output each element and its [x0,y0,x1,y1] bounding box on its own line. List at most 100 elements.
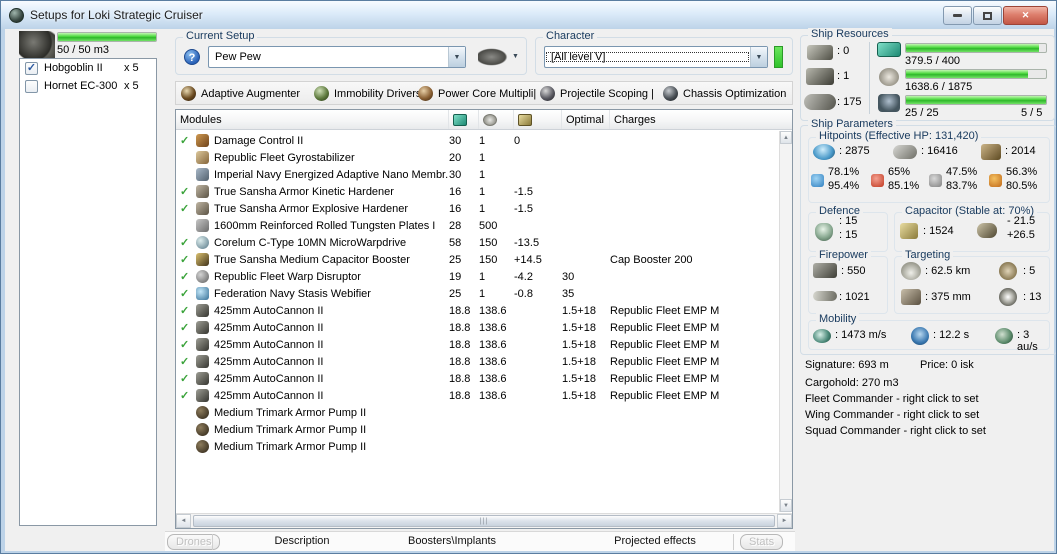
module-row[interactable]: ✓ 425mm AutoCannon II 18.8 138.6 1.5+18 Repub… [176,353,779,370]
column-optimal[interactable]: Optimal [562,110,610,129]
calibration-value: : 175 [837,96,862,108]
tab-description[interactable]: Description [274,535,329,547]
setup-select[interactable]: Pew Pew ▼ [208,46,466,68]
module-charges: Republic Fleet EMP M [610,338,720,351]
scroll-up-icon[interactable]: ▲ [780,131,792,144]
module-row[interactable]: Republic Fleet Gyrostabilizer 20 1 [176,149,779,166]
column-capacitor[interactable] [514,110,562,129]
close-icon: ✕ [1021,10,1030,20]
close-button[interactable]: ✕ [1003,6,1048,25]
app-icon [9,7,24,23]
subsystem-tab[interactable]: Projectile Scoping | [540,85,654,102]
cpu-icon [877,42,901,57]
tab-separator [212,534,213,550]
module-row[interactable]: ✓ Corelum C-Type 10MN MicroWarpdrive 58 150… [176,234,779,251]
module-row[interactable]: ✓ True Sansha Armor Kinetic Hardener 16 1 -1… [176,183,779,200]
wing-commander-setter[interactable]: Wing Commander - right click to set [805,409,979,421]
scroll-left-icon[interactable]: ◄ [176,514,191,528]
capacitor-icon [518,113,532,126]
drone-list-item[interactable]: Hornet EC-300 x 5 [20,77,156,95]
module-active-check: ✓ [180,339,190,351]
autocannon-icon [196,321,209,334]
subsystem-label: Adaptive Augmenter [201,87,301,100]
drone-checkbox[interactable] [25,79,38,93]
module-row[interactable]: Imperial Navy Energized Adaptive Nano Me… [176,166,779,183]
subsystem-tab[interactable]: Immobility Drivers [314,85,421,102]
character-select[interactable]: [All level V] ▼ [544,46,768,68]
subsystem-label: Power Core Multipli| [438,87,537,100]
subsystem-tab[interactable]: Power Core Multipli| [418,85,536,102]
help-icon[interactable]: ? [184,49,200,65]
resists-row: 78.1% 95.4% 65% 85.1% 47.5% 83.7% 56.3% 80.5% [811,166,1049,198]
module-active-check: ✓ [180,288,190,300]
subsystem-tab[interactable]: Chassis Optimization [663,85,786,102]
module-row[interactable]: ✓ True Sansha Medium Capacitor Booster 25 1… [176,251,779,268]
capacitor-icon [900,223,918,239]
drone-checkbox[interactable]: ✓ [25,61,38,75]
ship-menu-arrow-icon[interactable]: ▼ [512,53,519,60]
tab-boosters-implants[interactable]: Boosters\Implants [408,535,496,547]
module-row[interactable]: ✓ 425mm AutoCannon II 18.8 138.6 1.5+18 Repub… [176,370,779,387]
minimize-button[interactable] [943,6,972,25]
module-name: Medium Trimark Armor Pump II [214,406,367,419]
fleet-commander-setter[interactable]: Fleet Commander - right click to set [805,393,979,405]
column-cpu[interactable] [449,110,479,129]
drone-list-item[interactable]: ✓ Hobgoblin II x 5 [20,59,156,77]
module-icon-cell [196,372,214,385]
module-row[interactable]: Medium Trimark Armor Pump II [176,404,779,421]
vertical-scrollbar[interactable]: ▲ ▼ [779,131,792,512]
module-name: 425mm AutoCannon II [214,304,324,317]
modules-table-header[interactable]: Modules Optimal Charges [176,110,792,130]
module-row[interactable]: ✓ 425mm AutoCannon II 18.8 138.6 1.5+18 Repub… [176,387,779,404]
align-time-value: : 12.2 s [933,329,970,341]
module-row[interactable]: Medium Trimark Armor Pump II [176,438,779,455]
module-name: Republic Fleet Warp Disruptor [214,270,361,283]
squad-commander-setter[interactable]: Squad Commander - right click to set [805,425,986,437]
cpu-usage-value: 379.5 / 400 [905,55,961,67]
drone-qty: x 5 [124,62,139,74]
module-row[interactable]: ✓ Federation Navy Stasis Webifier 25 1 -0.8 3… [176,285,779,302]
module-icon-cell [196,202,214,215]
tab-projected-effects[interactable]: Projected effects [614,535,696,547]
module-row[interactable]: ✓ 425mm AutoCannon II 18.8 138.6 1.5+18 Repub… [176,336,779,353]
drone-capacity-label: 50 / 50 m3 [57,44,109,56]
module-rows: ✓ Damage Control II 30 1 0 Republic Fleet Gyr… [176,132,779,455]
drone-name: Hornet EC-300 [44,80,118,92]
signature-value: Signature: 693 m [805,359,889,371]
sensor-strength-icon [999,262,1017,280]
setup-select-arrow[interactable]: ▼ [448,47,465,67]
module-active-check: ✓ [180,373,190,385]
turret-hardpoint-icon [807,45,833,60]
module-row[interactable]: ✓ Republic Fleet Warp Disruptor 19 1 -4.2 30 [176,268,779,285]
horizontal-scrollbar[interactable]: ◄ ||| ► [176,513,792,528]
module-row[interactable]: 1600mm Reinforced Rolled Tungsten Plates… [176,217,779,234]
subsystem-tab[interactable]: Adaptive Augmenter [181,85,300,102]
module-row[interactable]: ✓ True Sansha Armor Explosive Hardener 16 1… [176,200,779,217]
autocannon-icon [196,355,209,368]
module-row[interactable]: ✓ 425mm AutoCannon II 18.8 138.6 1.5+18 Repub… [176,319,779,336]
module-row[interactable]: ✓ 425mm AutoCannon II 18.8 138.6 1.5+18 Repub… [176,302,779,319]
scroll-down-icon[interactable]: ▼ [780,499,792,512]
module-row[interactable]: Medium Trimark Armor Pump II [176,421,779,438]
column-powergrid[interactable] [479,110,514,129]
module-row[interactable]: ✓ Damage Control II 30 1 0 [176,132,779,149]
tab-stats[interactable]: Stats [740,534,784,550]
drone-list[interactable]: ✓ Hobgoblin II x 5 Hornet EC-300 x 5 [19,58,157,526]
sensor-strength-value: : 5 [1023,265,1036,277]
max-targets-icon [999,288,1017,306]
module-name: 425mm AutoCannon II [214,389,324,402]
ship-print-icon[interactable] [478,48,508,66]
scroll-right-icon[interactable]: ► [777,514,792,528]
chevron-down-icon: ▼ [453,53,461,61]
column-charges[interactable]: Charges [610,110,792,129]
maximize-button[interactable] [973,6,1002,25]
powergrid-icon [879,68,899,86]
module-name: 1600mm Reinforced Rolled Tungsten Plates… [214,219,436,232]
character-select-arrow[interactable]: ▼ [750,47,767,67]
volley-value: : 1021 [839,291,870,303]
scrollbar-thumb[interactable]: ||| [193,515,775,527]
thermal-resist-icon [871,174,884,187]
title-bar[interactable]: Setups for Loki Strategic Cruiser ✕ [1,1,1056,29]
column-modules[interactable]: Modules [176,110,449,129]
capacitor-amount-value: : 1524 [923,225,954,237]
